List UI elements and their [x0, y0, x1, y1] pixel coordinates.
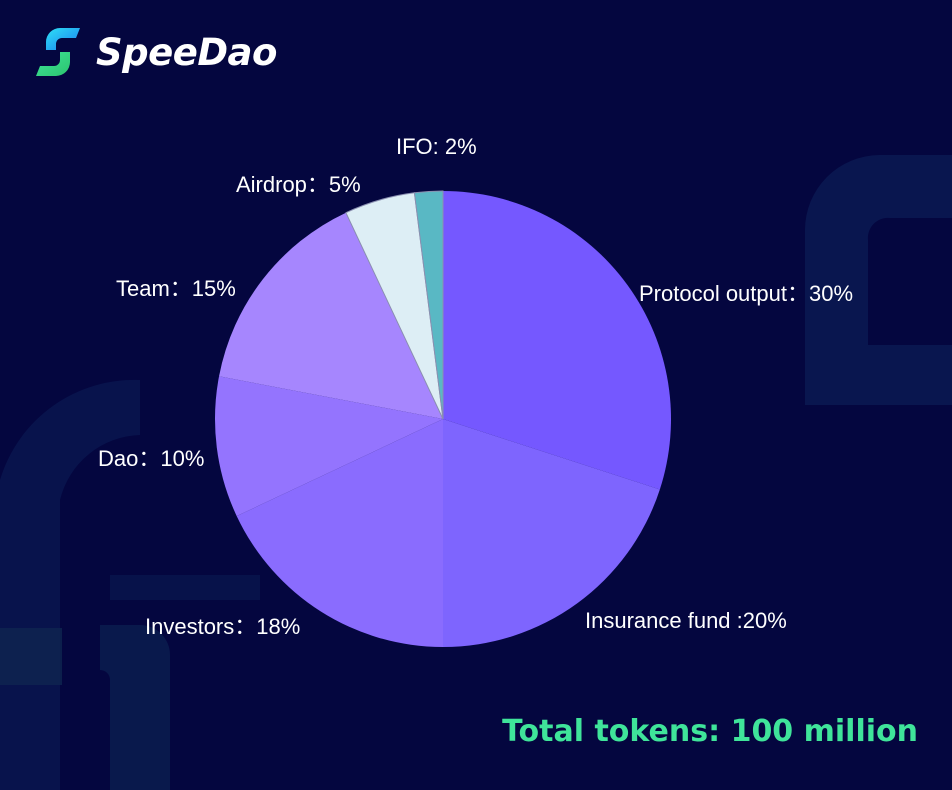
- label-airdrop: Airdrop：5%: [236, 172, 361, 197]
- label-ifo: IFO: 2%: [396, 134, 477, 159]
- label-investors: Investors：18%: [145, 614, 301, 639]
- token-distribution-pie-chart: [214, 190, 671, 647]
- total-tokens-caption: Total tokens: 100 million: [502, 714, 918, 749]
- label-team: Team：15%: [116, 276, 236, 301]
- label-dao: Dao：10%: [98, 446, 205, 471]
- label-protocol-output: Protocol output：30%: [639, 281, 854, 306]
- label-insurance-fund: Insurance fund :20%: [585, 608, 787, 633]
